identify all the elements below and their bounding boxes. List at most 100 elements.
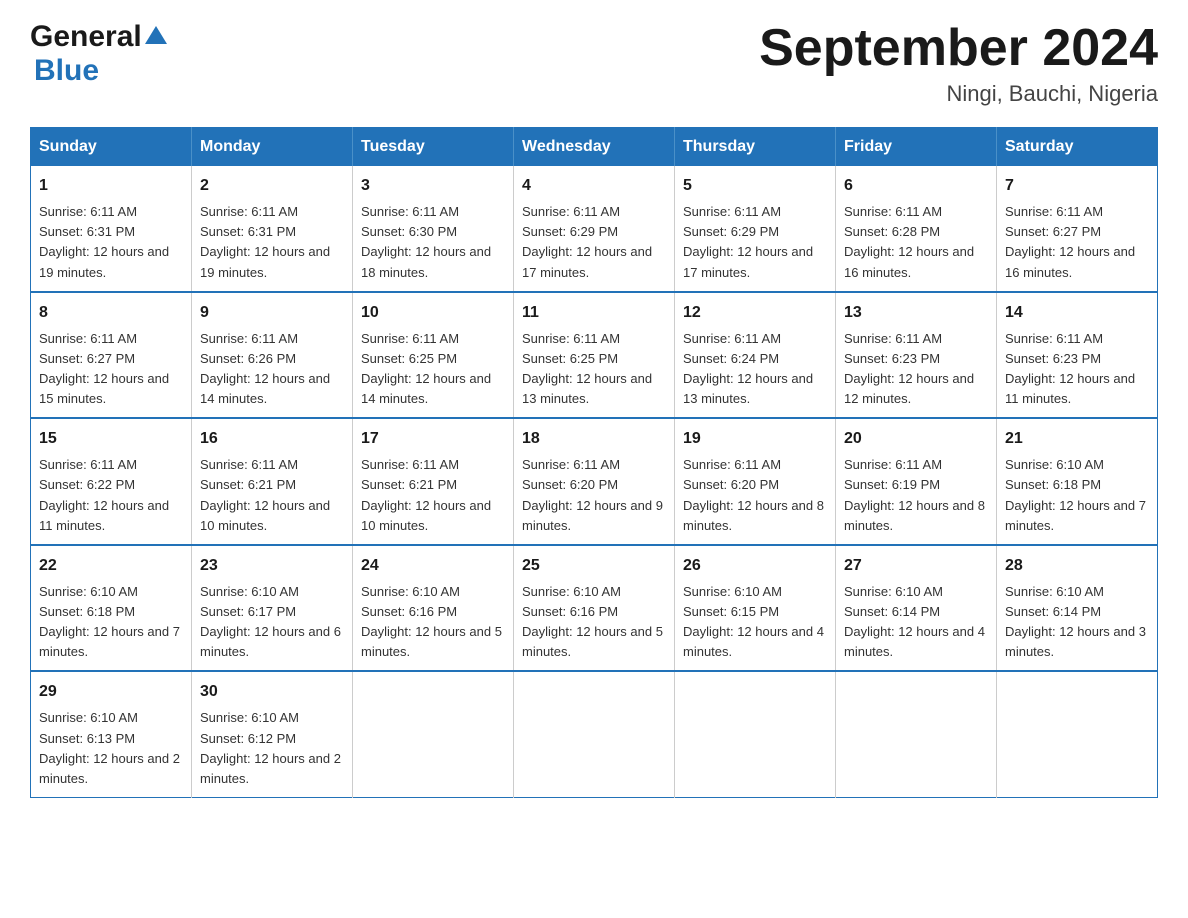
table-row: 6 Sunrise: 6:11 AMSunset: 6:28 PMDaylight… bbox=[836, 166, 997, 292]
day-number: 4 bbox=[522, 174, 666, 198]
table-row: 24Sunrise: 6:10 AMSunset: 6:16 PMDayligh… bbox=[353, 545, 514, 672]
day-info: Sunrise: 6:11 AMSunset: 6:26 PMDaylight:… bbox=[200, 331, 330, 406]
day-number: 27 bbox=[844, 554, 988, 578]
calendar-title: September 2024 bbox=[759, 20, 1158, 77]
day-number: 14 bbox=[1005, 301, 1149, 325]
table-row: 29 Sunrise: 6:10 AMSunset: 6:13 PMDayligh… bbox=[31, 671, 192, 797]
header-friday: Friday bbox=[836, 128, 997, 167]
day-number: 15 bbox=[39, 427, 183, 451]
table-row: 14 Sunrise: 6:11 AMSunset: 6:23 PMDayligh… bbox=[997, 292, 1158, 419]
table-row: 5Sunrise: 6:11 AMSunset: 6:29 PMDaylight… bbox=[675, 166, 836, 292]
day-info: Sunrise: 6:11 AMSunset: 6:30 PMDaylight:… bbox=[361, 204, 491, 279]
day-info: Sunrise: 6:11 AMSunset: 6:27 PMDaylight:… bbox=[39, 331, 169, 406]
calendar-week-row: 29 Sunrise: 6:10 AMSunset: 6:13 PMDayligh… bbox=[31, 671, 1158, 797]
day-info: Sunrise: 6:11 AMSunset: 6:20 PMDaylight:… bbox=[683, 457, 824, 532]
day-info: Sunrise: 6:11 AMSunset: 6:20 PMDaylight:… bbox=[522, 457, 663, 532]
day-info: Sunrise: 6:10 AMSunset: 6:15 PMDaylight:… bbox=[683, 584, 824, 659]
calendar-location: Ningi, Bauchi, Nigeria bbox=[759, 81, 1158, 107]
table-row: 15 Sunrise: 6:11 AMSunset: 6:22 PMDayligh… bbox=[31, 418, 192, 545]
day-info: Sunrise: 6:11 AMSunset: 6:21 PMDaylight:… bbox=[200, 457, 330, 532]
header-tuesday: Tuesday bbox=[353, 128, 514, 167]
logo-blue-text: Blue bbox=[34, 54, 99, 87]
logo-triangle-icon bbox=[145, 26, 167, 49]
calendar-header-row: Sunday Monday Tuesday Wednesday Thursday… bbox=[31, 128, 1158, 167]
day-number: 13 bbox=[844, 301, 988, 325]
table-row: 23 Sunrise: 6:10 AMSunset: 6:17 PMDayligh… bbox=[192, 545, 353, 672]
calendar-week-row: 8Sunrise: 6:11 AMSunset: 6:27 PMDaylight… bbox=[31, 292, 1158, 419]
day-info: Sunrise: 6:11 AMSunset: 6:27 PMDaylight:… bbox=[1005, 204, 1135, 279]
day-number: 18 bbox=[522, 427, 666, 451]
day-number: 30 bbox=[200, 680, 344, 704]
table-row bbox=[514, 671, 675, 797]
day-number: 20 bbox=[844, 427, 988, 451]
day-number: 22 bbox=[39, 554, 183, 578]
title-block: September 2024 Ningi, Bauchi, Nigeria bbox=[759, 20, 1158, 107]
table-row: 19 Sunrise: 6:11 AMSunset: 6:20 PMDayligh… bbox=[675, 418, 836, 545]
day-number: 6 bbox=[844, 174, 988, 198]
calendar-week-row: 22Sunrise: 6:10 AMSunset: 6:18 PMDayligh… bbox=[31, 545, 1158, 672]
table-row: 18 Sunrise: 6:11 AMSunset: 6:20 PMDayligh… bbox=[514, 418, 675, 545]
table-row: 3Sunrise: 6:11 AMSunset: 6:30 PMDaylight… bbox=[353, 166, 514, 292]
table-row: 27 Sunrise: 6:10 AMSunset: 6:14 PMDayligh… bbox=[836, 545, 997, 672]
table-row: 10 Sunrise: 6:11 AMSunset: 6:25 PMDayligh… bbox=[353, 292, 514, 419]
day-number: 24 bbox=[361, 554, 505, 578]
day-info: Sunrise: 6:10 AMSunset: 6:14 PMDaylight:… bbox=[844, 584, 985, 659]
day-info: Sunrise: 6:10 AMSunset: 6:16 PMDaylight:… bbox=[522, 584, 663, 659]
header-sunday: Sunday bbox=[31, 128, 192, 167]
day-info: Sunrise: 6:11 AMSunset: 6:21 PMDaylight:… bbox=[361, 457, 491, 532]
table-row bbox=[997, 671, 1158, 797]
day-number: 19 bbox=[683, 427, 827, 451]
day-number: 12 bbox=[683, 301, 827, 325]
logo: General Blue bbox=[30, 20, 167, 88]
day-info: Sunrise: 6:11 AMSunset: 6:29 PMDaylight:… bbox=[522, 204, 652, 279]
day-number: 10 bbox=[361, 301, 505, 325]
table-row: 9 Sunrise: 6:11 AMSunset: 6:26 PMDaylight… bbox=[192, 292, 353, 419]
table-row: 30 Sunrise: 6:10 AMSunset: 6:12 PMDayligh… bbox=[192, 671, 353, 797]
day-info: Sunrise: 6:11 AMSunset: 6:25 PMDaylight:… bbox=[522, 331, 652, 406]
day-number: 23 bbox=[200, 554, 344, 578]
day-info: Sunrise: 6:11 AMSunset: 6:24 PMDaylight:… bbox=[683, 331, 813, 406]
table-row: 4 Sunrise: 6:11 AMSunset: 6:29 PMDaylight… bbox=[514, 166, 675, 292]
logo-general-text: General bbox=[30, 20, 142, 54]
day-number: 9 bbox=[200, 301, 344, 325]
day-info: Sunrise: 6:11 AMSunset: 6:22 PMDaylight:… bbox=[39, 457, 169, 532]
day-number: 2 bbox=[200, 174, 344, 198]
day-number: 29 bbox=[39, 680, 183, 704]
day-info: Sunrise: 6:11 AMSunset: 6:19 PMDaylight:… bbox=[844, 457, 985, 532]
day-info: Sunrise: 6:11 AMSunset: 6:31 PMDaylight:… bbox=[39, 204, 169, 279]
table-row: 12 Sunrise: 6:11 AMSunset: 6:24 PMDayligh… bbox=[675, 292, 836, 419]
header-monday: Monday bbox=[192, 128, 353, 167]
day-info: Sunrise: 6:10 AMSunset: 6:17 PMDaylight:… bbox=[200, 584, 341, 659]
table-row: 26 Sunrise: 6:10 AMSunset: 6:15 PMDayligh… bbox=[675, 545, 836, 672]
day-number: 7 bbox=[1005, 174, 1149, 198]
day-info: Sunrise: 6:11 AMSunset: 6:23 PMDaylight:… bbox=[1005, 331, 1135, 406]
table-row: 2Sunrise: 6:11 AMSunset: 6:31 PMDaylight… bbox=[192, 166, 353, 292]
day-info: Sunrise: 6:11 AMSunset: 6:25 PMDaylight:… bbox=[361, 331, 491, 406]
day-info: Sunrise: 6:11 AMSunset: 6:29 PMDaylight:… bbox=[683, 204, 813, 279]
table-row: 28Sunrise: 6:10 AMSunset: 6:14 PMDayligh… bbox=[997, 545, 1158, 672]
day-info: Sunrise: 6:10 AMSunset: 6:18 PMDaylight:… bbox=[1005, 457, 1146, 532]
header-saturday: Saturday bbox=[997, 128, 1158, 167]
day-number: 17 bbox=[361, 427, 505, 451]
day-info: Sunrise: 6:11 AMSunset: 6:28 PMDaylight:… bbox=[844, 204, 974, 279]
day-number: 26 bbox=[683, 554, 827, 578]
day-number: 25 bbox=[522, 554, 666, 578]
table-row: 13Sunrise: 6:11 AMSunset: 6:23 PMDayligh… bbox=[836, 292, 997, 419]
header-thursday: Thursday bbox=[675, 128, 836, 167]
day-info: Sunrise: 6:10 AMSunset: 6:13 PMDaylight:… bbox=[39, 710, 180, 785]
calendar-week-row: 15 Sunrise: 6:11 AMSunset: 6:22 PMDayligh… bbox=[31, 418, 1158, 545]
day-number: 16 bbox=[200, 427, 344, 451]
day-number: 21 bbox=[1005, 427, 1149, 451]
table-row: 17 Sunrise: 6:11 AMSunset: 6:21 PMDayligh… bbox=[353, 418, 514, 545]
table-row: 7 Sunrise: 6:11 AMSunset: 6:27 PMDaylight… bbox=[997, 166, 1158, 292]
table-row bbox=[675, 671, 836, 797]
table-row: 20 Sunrise: 6:11 AMSunset: 6:19 PMDayligh… bbox=[836, 418, 997, 545]
day-info: Sunrise: 6:10 AMSunset: 6:12 PMDaylight:… bbox=[200, 710, 341, 785]
table-row: 21 Sunrise: 6:10 AMSunset: 6:18 PMDayligh… bbox=[997, 418, 1158, 545]
day-number: 1 bbox=[39, 174, 183, 198]
table-row: 22Sunrise: 6:10 AMSunset: 6:18 PMDayligh… bbox=[31, 545, 192, 672]
day-number: 28 bbox=[1005, 554, 1149, 578]
table-row: 1 Sunrise: 6:11 AMSunset: 6:31 PMDaylight… bbox=[31, 166, 192, 292]
table-row: 16 Sunrise: 6:11 AMSunset: 6:21 PMDayligh… bbox=[192, 418, 353, 545]
table-row bbox=[353, 671, 514, 797]
